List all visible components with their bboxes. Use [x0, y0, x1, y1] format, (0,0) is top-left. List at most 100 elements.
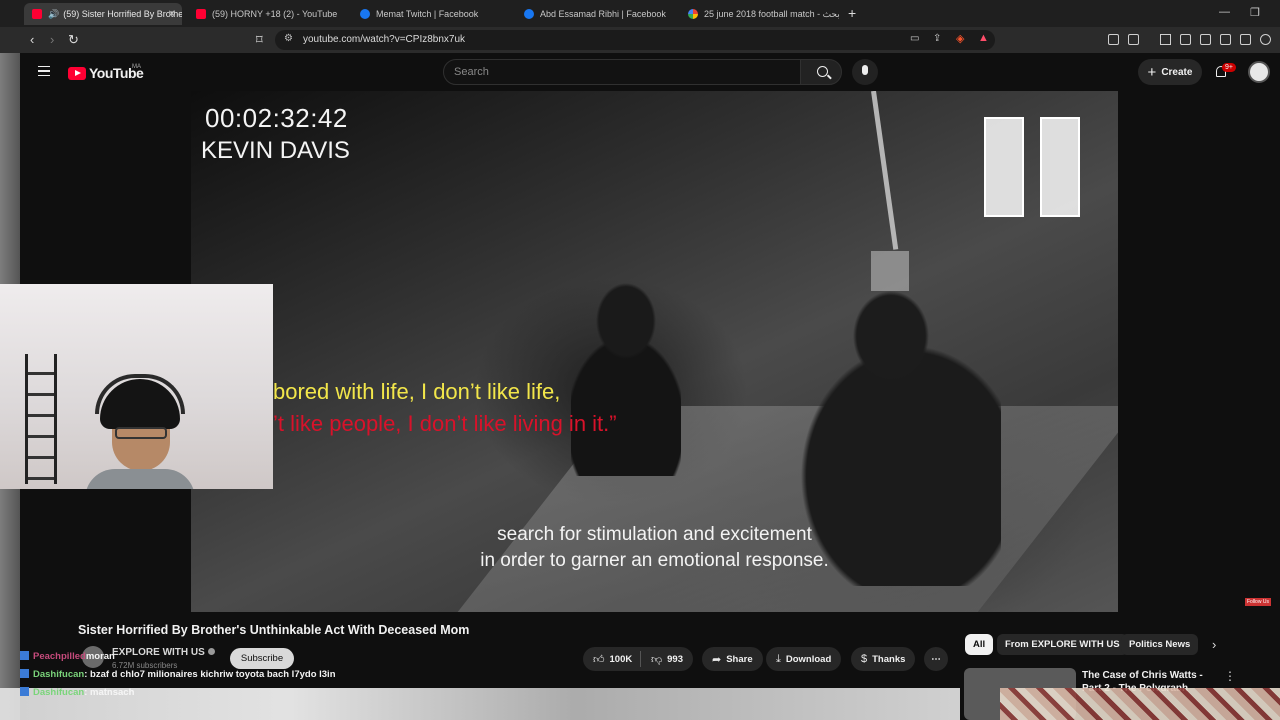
thumbs-down-icon[interactable]: 👎︎	[651, 653, 662, 666]
country-code: MA	[132, 64, 141, 70]
thanks-label: Thanks	[872, 653, 906, 665]
video-title: Sister Horrified By Brother's Unthinkabl…	[78, 623, 470, 637]
chat-message: Dashifucan: bzaf d chlo7 milionaires kic…	[20, 669, 336, 680]
menu-icon[interactable]	[38, 66, 50, 76]
chat-user: Peachpilled	[33, 651, 86, 662]
back-icon[interactable]: ‹	[30, 32, 34, 47]
quote-text-line1: bored with life, I don’t like life,	[273, 379, 561, 404]
google-icon	[688, 9, 698, 19]
video-player[interactable]: 00:02:32:42 KEVIN DAVIS bored with life,…	[191, 91, 1118, 612]
subscribe-button[interactable]: Subscribe	[230, 648, 294, 669]
wall-pipe	[871, 91, 899, 250]
leo-icon[interactable]	[1240, 34, 1251, 45]
search-box	[443, 59, 801, 85]
like-count[interactable]: 100K	[610, 654, 633, 665]
create-label: Create	[1161, 66, 1193, 78]
facebook-icon	[524, 9, 534, 19]
facebook-icon	[360, 9, 370, 19]
chat-user: Dashifucan	[33, 687, 85, 698]
account-avatar[interactable]	[1248, 61, 1270, 83]
chat-text: moran	[85, 651, 115, 662]
rewards-icon[interactable]: ▲	[978, 32, 989, 44]
cast-icon[interactable]: ▭	[910, 33, 919, 44]
address-bar[interactable]: ⚙ youtube.com/watch?v=CPIz8bnx7uk ▭ ⇪ ◈ …	[275, 30, 995, 50]
tab[interactable]: 25 june 2018 football match - بحث G	[680, 3, 840, 25]
url-text: youtube.com/watch?v=CPIz8bnx7uk	[303, 34, 466, 45]
forward-icon[interactable]: ›	[50, 32, 54, 47]
tab[interactable]: Abd Essamad Ribhi | Facebook	[516, 3, 676, 25]
channel-name[interactable]: EXPLORE WITH US	[112, 647, 215, 658]
youtube-icon	[32, 9, 42, 19]
chat-text: : matnsach	[84, 687, 135, 698]
tab[interactable]: (59) HORNY +18 (2) - YouTube	[188, 3, 348, 25]
tab-label: (59) HORNY +18 (2) - YouTube	[212, 9, 338, 19]
follow-badge: Follow Us	[1245, 598, 1271, 606]
wall-outlet	[871, 251, 909, 291]
glasses-icon	[115, 427, 167, 439]
vpn-icon[interactable]	[1260, 34, 1271, 45]
plus-icon: +	[1147, 63, 1157, 81]
chat-message: Peachpilledmoran	[20, 651, 115, 662]
screenshot-icon[interactable]	[1128, 34, 1139, 45]
browser-toolbar: ‹ › ↻ ⌑ ⚙ youtube.com/watch?v=CPIz8bnx7u…	[0, 27, 1280, 53]
speaker-icon: 🔊	[48, 8, 60, 19]
tab-label: Abd Essamad Ribhi | Facebook	[540, 9, 666, 19]
thumbs-up-icon[interactable]: 👍︎	[593, 653, 605, 666]
tab[interactable]: Memat Twitch | Facebook	[352, 3, 512, 25]
browser-tab-bar: 🔊 (59) Sister Horrified By Brothe ✕ (59)…	[0, 0, 1280, 27]
new-tab-button[interactable]: +	[848, 5, 856, 21]
chip-all[interactable]: All	[965, 634, 994, 655]
voice-search-button[interactable]	[852, 59, 878, 85]
like-dislike-group: 👍︎ 100K 👎︎ 993	[583, 647, 693, 671]
caption-line1: search for stimulation and excitement	[497, 524, 812, 545]
youtube-icon	[196, 9, 206, 19]
sidebar-icon[interactable]	[1200, 34, 1211, 45]
pause-icon	[984, 117, 1084, 219]
thanks-button[interactable]: $ Thanks	[851, 647, 916, 671]
minimize-icon[interactable]: —	[1219, 6, 1230, 18]
hair	[100, 379, 180, 429]
more-vert-icon[interactable]: ⋮	[1224, 669, 1236, 683]
like-divider	[640, 651, 641, 667]
share-button[interactable]: ➦ Share	[702, 647, 763, 671]
tab-label: Memat Twitch | Facebook	[376, 9, 479, 19]
create-button[interactable]: + Create	[1138, 59, 1202, 85]
chat-user: Dashifucan	[33, 669, 85, 680]
bookmark-icon[interactable]: ⌑	[256, 32, 263, 48]
tab-label: 25 june 2018 football match - بحث G	[704, 8, 840, 19]
shirt	[85, 469, 195, 489]
share-page-icon[interactable]: ⇪	[933, 33, 941, 44]
site-info-icon[interactable]: ⚙	[284, 33, 293, 44]
share-icon: ➦	[712, 653, 722, 666]
wallet-icon[interactable]	[1220, 34, 1231, 45]
chip-politics-news[interactable]: Politics News	[1121, 634, 1199, 655]
verified-icon	[207, 648, 215, 655]
interviewee-figure	[571, 276, 681, 476]
search-icon	[817, 66, 828, 77]
close-icon[interactable]: ✕	[168, 9, 176, 20]
reload-icon[interactable]: ↻	[68, 32, 79, 48]
ladder	[25, 354, 57, 484]
chat-message-top: Dashifucan: matnsach	[20, 687, 134, 698]
music-icon[interactable]	[1180, 34, 1191, 45]
webcam-bleed-overlay	[0, 688, 960, 720]
search-button[interactable]	[800, 59, 842, 85]
extensions-icon[interactable]	[1108, 34, 1119, 45]
chevron-right-icon[interactable]: ›	[1212, 637, 1216, 652]
download-icon[interactable]	[1160, 34, 1171, 45]
more-actions-button[interactable]: ⋯	[924, 647, 948, 671]
person-name-overlay: KEVIN DAVIS	[201, 137, 350, 164]
download-button[interactable]: ⤓ Download	[766, 647, 842, 671]
microphone-icon	[862, 65, 868, 75]
share-label: Share	[726, 653, 753, 665]
dislike-count[interactable]: 993	[667, 654, 683, 665]
thanks-icon: $	[861, 653, 868, 665]
brave-shield-icon[interactable]: ◈	[956, 32, 964, 45]
maximize-icon[interactable]: ❐	[1250, 6, 1260, 19]
chip-from-channel[interactable]: From EXPLORE WITH US	[997, 634, 1128, 655]
tab-active[interactable]: 🔊 (59) Sister Horrified By Brothe ✕	[24, 3, 182, 25]
more-icon: ⋯	[931, 653, 941, 665]
chat-badge-icon	[20, 669, 29, 678]
search-input[interactable]	[454, 66, 784, 78]
youtube-header: YouTube MA + Create 9+	[20, 53, 1280, 91]
